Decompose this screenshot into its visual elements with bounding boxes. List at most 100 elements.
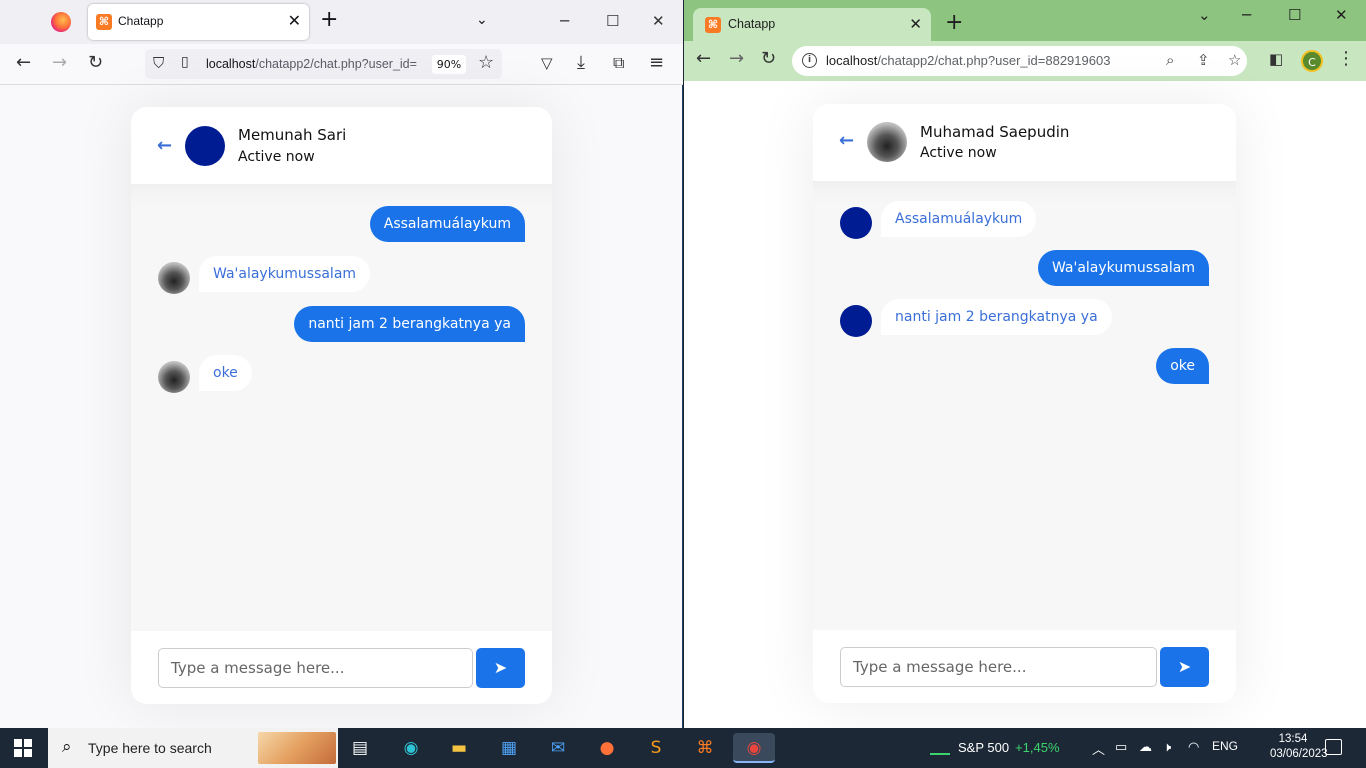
tab-bar: ⌘ Chatapp ✕ + ⌄ ─ ☐ ✕ [684,0,1366,41]
file-explorer-icon[interactable]: ▬ [444,733,474,763]
maximize-button[interactable]: ☐ [606,12,619,30]
windows-start-icon[interactable] [14,739,32,757]
xampp-icon[interactable]: ⌘ [690,733,720,763]
show-hidden-icons-icon[interactable]: ︿ [1092,739,1105,758]
extensions-icon[interactable]: ⧉ [613,53,624,73]
firefox-window: ⌘ Chatapp ✕ + ⌄ ─ ☐ ✕ ← → ↻ ⛉ ▯ localhos… [0,0,683,728]
search-placeholder: Type here to search [88,740,212,756]
message-outgoing: Assalamuálaykum [369,206,525,242]
tab-search-icon[interactable]: ⌄ [1198,6,1211,24]
xampp-favicon-icon: ⌘ [705,17,721,33]
page-content: ← Muhamad Saepudin Active now Assalamuál… [684,81,1366,728]
store-icon[interactable]: ▦ [494,733,524,763]
xampp-favicon-icon: ⌘ [96,14,112,30]
back-arrow-icon[interactable]: ← [16,53,31,73]
send-button[interactable]: ➤ [476,648,525,688]
typing-area: Type a message here... ➤ [131,631,552,704]
shield-icon[interactable]: ⛉ [153,54,164,72]
avatar [158,262,190,294]
chrome-window: ⌘ Chatapp ✕ + ⌄ ─ ☐ ✕ ← → ↻ i localhost/… [684,0,1366,728]
tab-bar: ⌘ Chatapp ✕ + ⌄ ─ ☐ ✕ [0,0,683,44]
avatar [840,207,872,239]
close-window-button[interactable]: ✕ [1335,6,1348,24]
clock-time: 13:54 [1278,733,1308,745]
clock[interactable]: 13:54 03/06/2023 [1270,732,1328,762]
address-bar[interactable]: ⛉ ▯ localhost/chatapp2/chat.php?user_id=… [145,49,502,79]
pocket-icon[interactable]: ▽ [541,53,553,73]
firefox-icon[interactable]: ● [592,733,622,763]
firefox-view-icon[interactable] [51,12,71,32]
reload-icon[interactable]: ↻ [761,49,776,69]
forward-arrow-icon[interactable]: → [729,49,744,69]
list-tabs-icon[interactable]: ⌄ [476,12,488,28]
back-arrow-icon[interactable]: ← [157,135,172,156]
contact-status: Active now [920,145,997,161]
mail-icon[interactable]: ✉ [543,733,573,763]
message-input[interactable]: Type a message here... [840,647,1157,687]
close-tab-icon[interactable]: ✕ [288,11,301,30]
chat-card: ← Muhamad Saepudin Active now Assalamuál… [813,104,1236,703]
url-text[interactable]: localhost/chatapp2/chat.php?user_id= [206,57,421,71]
edge-icon[interactable]: ◉ [396,733,426,763]
side-panel-icon[interactable]: ◧ [1269,49,1283,69]
message-outgoing: Wa'alaykumussalam [1037,250,1209,286]
tab-title: Chatapp [728,17,776,31]
volume-muted-icon[interactable]: 🕨 [1163,739,1171,755]
search-box[interactable]: ⌕ Type here to search [48,728,338,768]
language-indicator[interactable]: ENG [1212,739,1238,753]
share-icon[interactable]: ⇪ [1197,51,1210,69]
profile-avatar[interactable]: C [1301,50,1323,72]
contact-name: Memunah Sari [238,126,347,144]
message-incoming: Wa'alaykumussalam [199,256,371,292]
nav-toolbar: ← → ↻ i localhost/chatapp2/chat.php?user… [684,41,1366,81]
bookmark-star-icon[interactable]: ☆ [478,52,494,73]
new-tab-button[interactable]: + [320,9,338,31]
avatar [867,122,907,162]
search-highlight-image [258,732,336,764]
wifi-icon[interactable]: ◠ [1188,739,1199,755]
downloads-icon[interactable]: ⤓ [577,53,585,73]
battery-icon[interactable]: ▭ [1115,739,1127,755]
stock-widget[interactable]: S&P 500 +1,45% [930,739,1060,755]
more-menu-icon[interactable]: ⋮ [1337,49,1355,69]
back-arrow-icon[interactable]: ← [696,49,711,69]
message-incoming: Assalamuálaykum [881,201,1037,237]
url-text[interactable]: localhost/chatapp2/chat.php?user_id=8829… [826,53,1110,68]
address-bar[interactable]: i localhost/chatapp2/chat.php?user_id=88… [792,46,1247,76]
stock-name: S&P 500 [958,740,1010,755]
new-tab-button[interactable]: + [945,12,963,34]
forward-arrow-icon[interactable]: → [52,53,67,73]
message-input[interactable]: Type a message here... [158,648,473,688]
minimize-button[interactable]: ─ [1242,6,1251,24]
maximize-button[interactable]: ☐ [1288,6,1301,24]
stock-graph-icon [930,739,950,755]
minimize-button[interactable]: ─ [560,12,569,30]
send-button[interactable]: ➤ [1160,647,1209,687]
close-tab-icon[interactable]: ✕ [909,15,922,33]
chat-box[interactable]: Assalamuálaykum Wa'alaykumussalam nanti … [813,181,1236,630]
zoom-icon[interactable]: ⌕ [1166,51,1174,69]
sublime-text-icon[interactable]: S [641,733,671,763]
notification-center-icon[interactable] [1325,739,1342,755]
reload-icon[interactable]: ↻ [88,53,103,73]
page-icon[interactable]: ▯ [181,54,189,70]
avatar [840,305,872,337]
onedrive-cloud-icon[interactable]: ☁ [1139,739,1152,755]
nav-toolbar: ← → ↻ ⛉ ▯ localhost/chatapp2/chat.php?us… [0,44,683,85]
message-outgoing: nanti jam 2 berangkatnya ya [294,306,525,342]
info-icon[interactable]: i [802,53,817,68]
chrome-icon[interactable]: ◉ [733,733,775,763]
back-arrow-icon[interactable]: ← [839,130,854,151]
close-window-button[interactable]: ✕ [652,12,665,30]
clock-date: 03/06/2023 [1270,748,1328,760]
tab-chatapp[interactable]: ⌘ Chatapp ✕ [88,4,309,40]
tab-chatapp[interactable]: ⌘ Chatapp ✕ [693,8,931,41]
task-view-icon[interactable]: ▤ [345,733,375,763]
menu-icon[interactable]: ≡ [649,53,664,73]
message-outgoing: oke [1156,348,1209,384]
chat-card: ← Memunah Sari Active now Assalamuálayku… [131,107,552,704]
zoom-level[interactable]: 90% [432,55,466,74]
bookmark-star-icon[interactable]: ☆ [1228,51,1241,69]
stock-change: +1,45% [1015,740,1060,755]
chat-box[interactable]: Assalamuálaykum Wa'alaykumussalam nanti … [131,184,552,632]
